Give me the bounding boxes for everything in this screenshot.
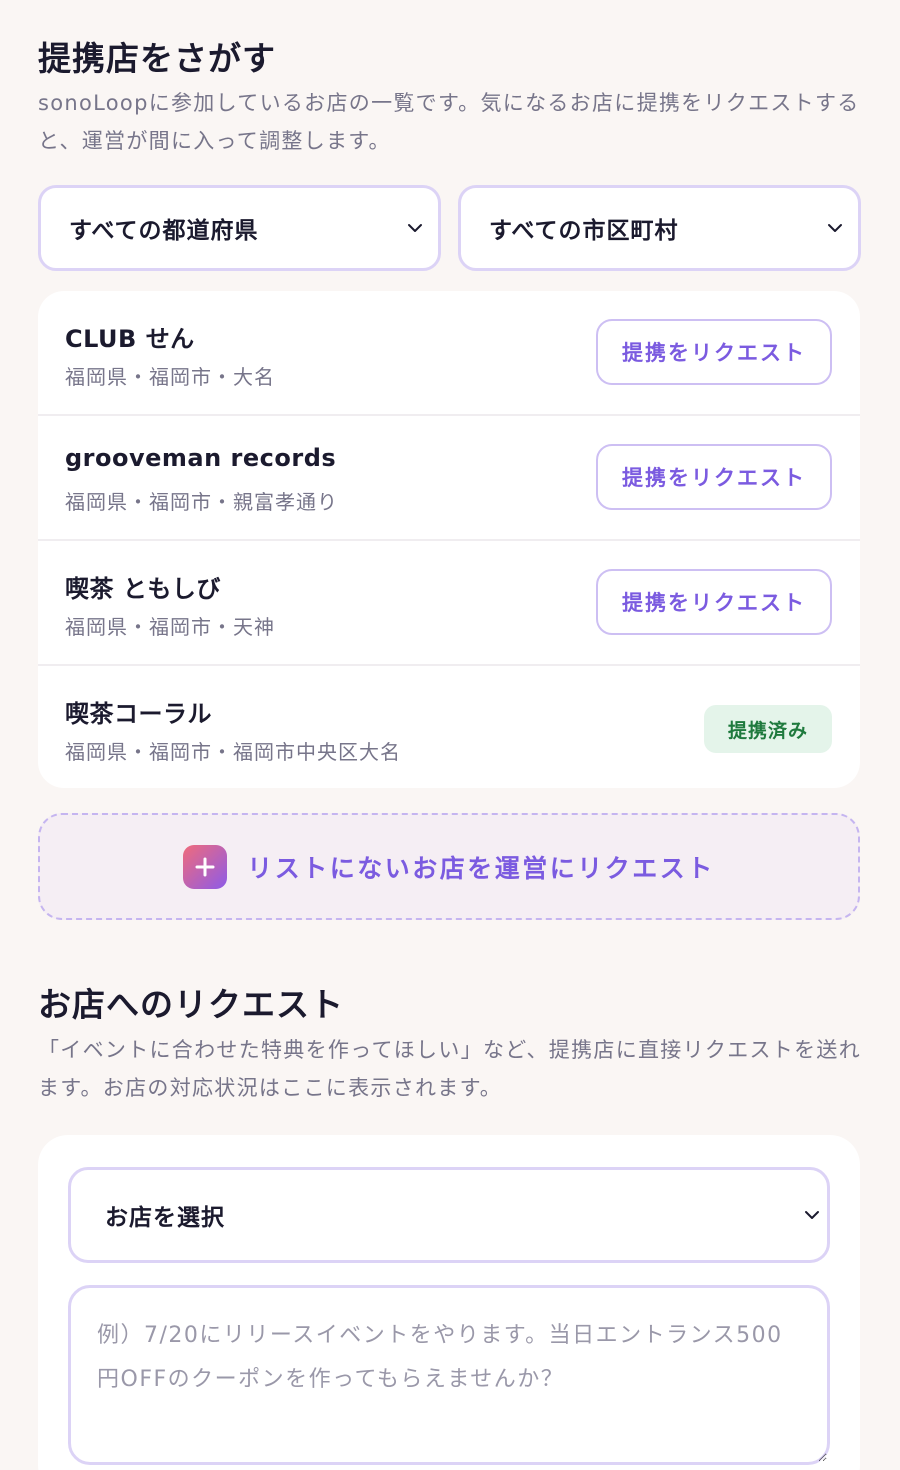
request-section-title: お店へのリクエスト — [38, 985, 344, 1024]
shop-location: 福岡県・福岡市・天神 — [65, 615, 275, 639]
request-form-card: お店を選択 — [38, 1135, 860, 1470]
request-message-input[interactable] — [68, 1285, 830, 1465]
request-partnership-button[interactable]: 提携をリクエスト — [596, 444, 832, 510]
chevron-down-icon — [828, 224, 842, 232]
prefecture-select[interactable]: すべての都道府県 — [38, 185, 441, 271]
shop-list-item: 喫茶 ともしび 福岡県・福岡市・天神 提携をリクエスト — [38, 541, 860, 666]
request-unlisted-shop-label: リストにないお店を運営にリクエスト — [247, 853, 715, 883]
chevron-down-icon — [805, 1211, 819, 1219]
request-partnership-button[interactable]: 提携をリクエスト — [596, 319, 832, 385]
shop-location: 福岡県・福岡市・親富孝通り — [65, 490, 338, 514]
chevron-down-icon — [408, 224, 422, 232]
shop-name: CLUB せん — [65, 325, 195, 353]
prefecture-select-value: すべての都道府県 — [69, 218, 259, 244]
shop-name: grooveman records — [65, 444, 337, 472]
find-section-title: 提携店をさがす — [38, 39, 276, 78]
shop-list-item: 喫茶コーラル 福岡県・福岡市・福岡市中央区大名 提携済み — [38, 666, 860, 788]
partnered-badge: 提携済み — [704, 705, 832, 753]
shop-list-item: grooveman records 福岡県・福岡市・親富孝通り 提携をリクエスト — [38, 416, 860, 541]
shop-select-value: お店を選択 — [105, 1205, 225, 1231]
shop-location: 福岡県・福岡市・大名 — [65, 365, 275, 389]
request-partnership-button[interactable]: 提携をリクエスト — [596, 569, 832, 635]
plus-icon — [183, 844, 228, 889]
city-select[interactable]: すべての市区町村 — [458, 185, 861, 271]
shop-location: 福岡県・福岡市・福岡市中央区大名 — [65, 740, 401, 764]
shop-name: 喫茶コーラル — [65, 700, 212, 728]
shop-name: 喫茶 ともしび — [65, 575, 221, 603]
page: 提携店をさがす sonoLoopに参加しているお店の一覧です。気になるお店に提携… — [0, 0, 900, 1470]
city-select-value: すべての市区町村 — [489, 218, 679, 244]
request-unlisted-shop-button[interactable]: リストにないお店を運営にリクエスト — [38, 813, 860, 920]
shop-select[interactable]: お店を選択 — [68, 1167, 830, 1263]
request-section-description: 「イベントに合わせた特典を作ってほしい」など、提携店に直接リクエストを送れます。… — [38, 1038, 861, 1100]
find-section-description: sonoLoopに参加しているお店の一覧です。気になるお店に提携をリクエストする… — [38, 91, 860, 153]
shop-list: CLUB せん 福岡県・福岡市・大名 提携をリクエスト grooveman re… — [38, 291, 860, 788]
shop-list-item: CLUB せん 福岡県・福岡市・大名 提携をリクエスト — [38, 291, 860, 416]
